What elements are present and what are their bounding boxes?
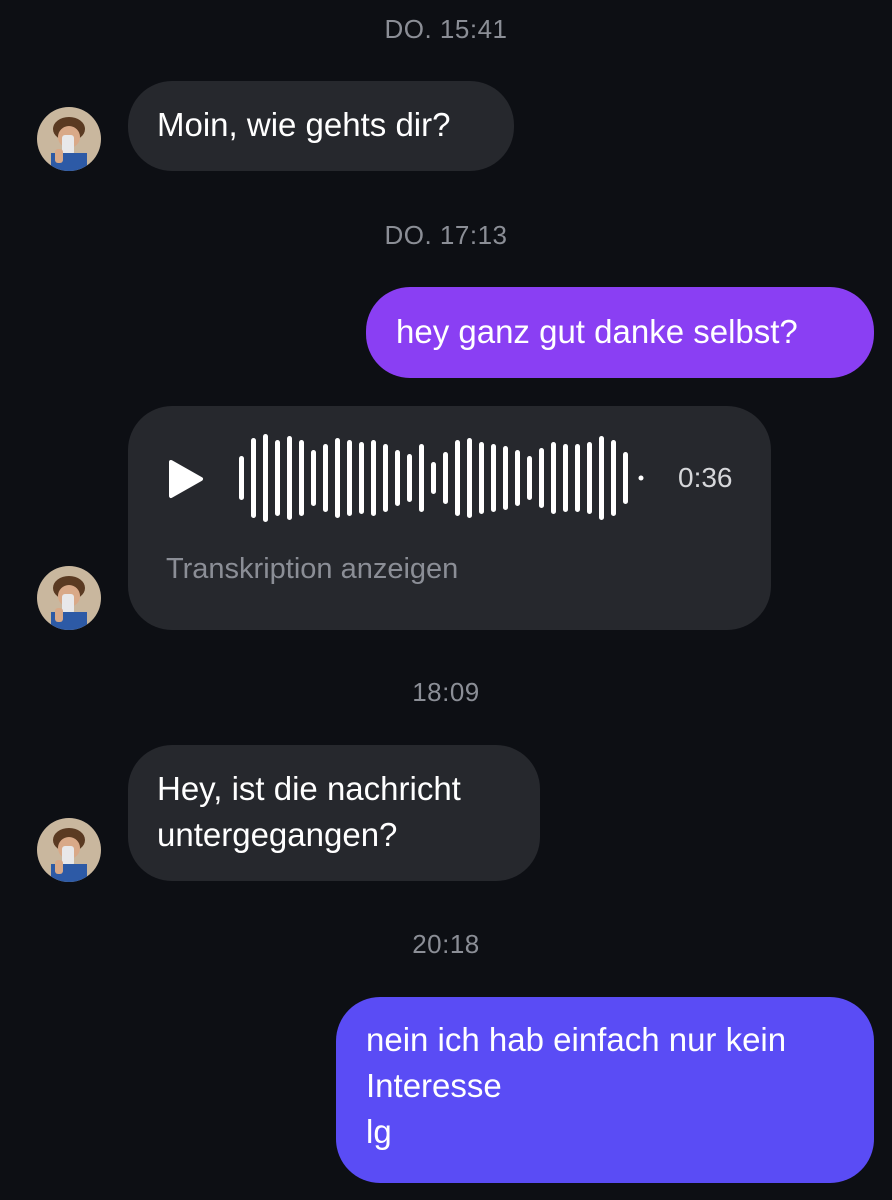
timestamp: DO. 17:13: [384, 220, 508, 250]
timestamp: 20:18: [412, 929, 480, 959]
show-transcription-link[interactable]: Transkription anzeigen: [166, 553, 458, 586]
incoming-message[interactable]: Moin, wie gehts dir?: [128, 81, 514, 171]
avatar[interactable]: [37, 107, 101, 171]
message-text: Hey, ist die nachricht untergegangen?: [157, 770, 461, 853]
waveform[interactable]: [236, 430, 646, 526]
avatar-image: [37, 107, 101, 171]
message-text: nein ich hab einfach nur kein Interesse …: [366, 1021, 787, 1150]
message-text: hey ganz gut danke selbst?: [396, 313, 798, 350]
play-icon[interactable]: [168, 459, 204, 499]
outgoing-message[interactable]: hey ganz gut danke selbst?: [366, 287, 874, 378]
avatar[interactable]: [37, 818, 101, 882]
outgoing-message[interactable]: nein ich hab einfach nur kein Interesse …: [336, 997, 874, 1183]
timestamp: DO. 15:41: [384, 14, 508, 44]
avatar-image: [37, 566, 101, 630]
voice-duration: 0:36: [678, 462, 733, 493]
incoming-message[interactable]: Hey, ist die nachricht untergegangen?: [128, 745, 540, 881]
avatar[interactable]: [37, 566, 101, 630]
avatar-image: [37, 818, 101, 882]
message-text: Moin, wie gehts dir?: [157, 106, 451, 143]
timestamp: 18:09: [412, 677, 480, 707]
chat-thread: DO. 15:41 Moin, wie gehts dir? DO. 17:13…: [0, 0, 892, 1200]
